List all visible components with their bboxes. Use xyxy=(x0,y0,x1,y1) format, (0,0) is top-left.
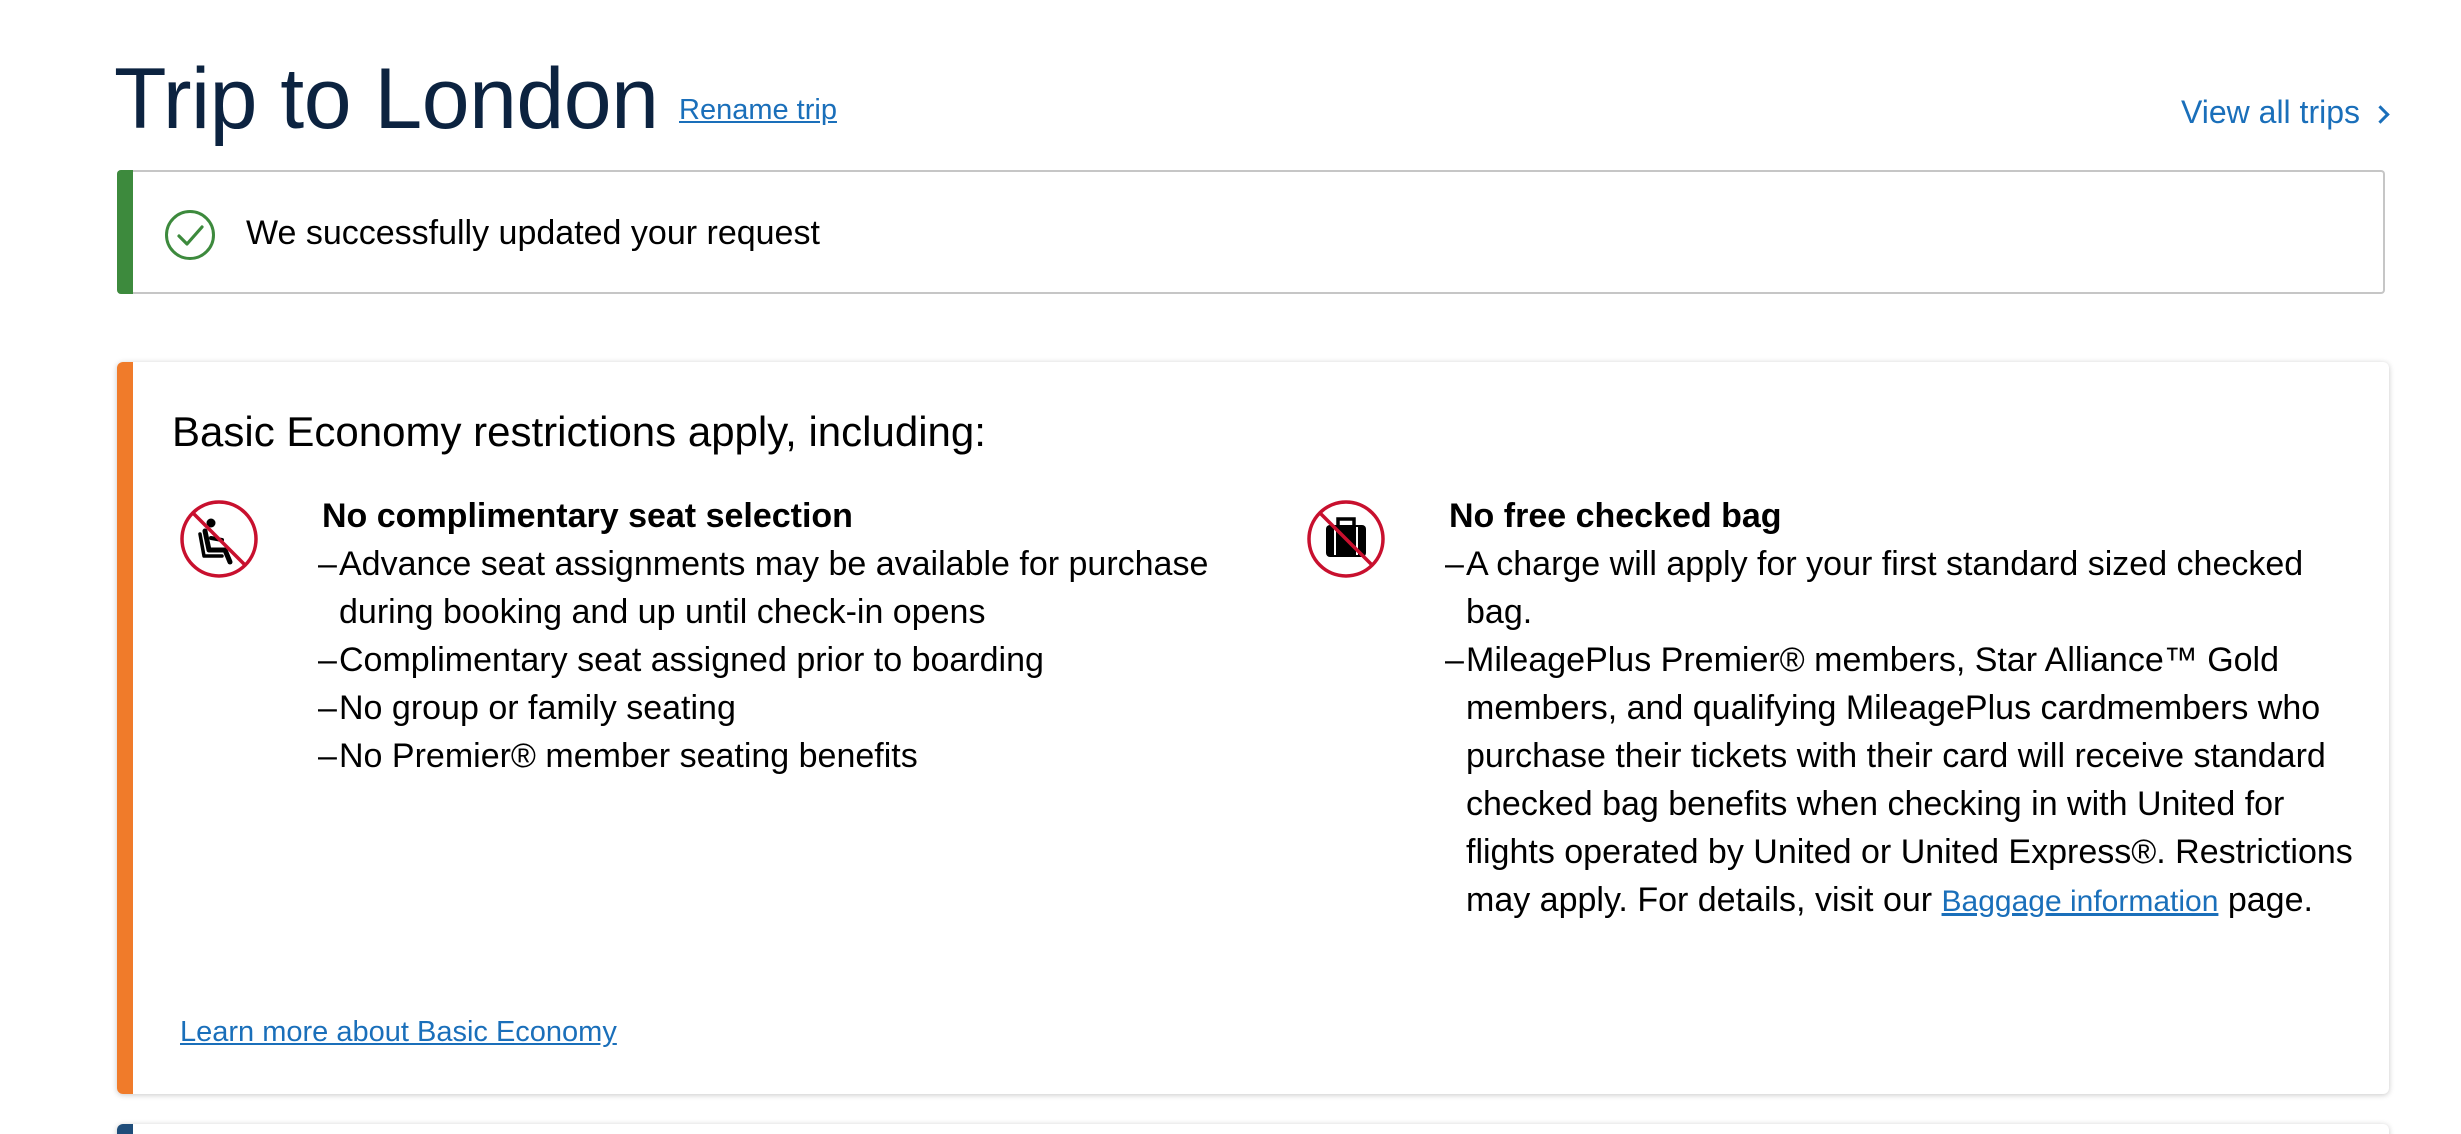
trip-page: Trip to London Rename trip View all trip… xyxy=(0,0,2461,1134)
bag-restriction-body: No free checked bag A charge will apply … xyxy=(1445,492,2365,926)
no-checked-bag-icon xyxy=(1307,500,1385,578)
rename-trip-link[interactable]: Rename trip xyxy=(679,94,837,127)
baggage-information-link[interactable]: Baggage information xyxy=(1942,885,2219,918)
list-item-premier: MileagePlus Premier® members, Star Allia… xyxy=(1445,636,2365,926)
premier-benefits-text: MileagePlus Premier® members, Star Allia… xyxy=(1466,641,2353,919)
basic-economy-accent-bar xyxy=(117,362,133,1094)
list-item: No group or family seating xyxy=(318,684,1298,732)
view-all-trips-link[interactable]: View all trips xyxy=(2180,94,2390,131)
seat-restriction-body: No complimentary seat selection Advance … xyxy=(318,492,1298,780)
no-seat-selection-icon xyxy=(180,500,258,578)
list-item: No Premier® member seating benefits xyxy=(318,732,1298,780)
learn-more-basic-economy-link[interactable]: Learn more about Basic Economy xyxy=(180,1016,617,1049)
list-item: Complimentary seat assigned prior to boa… xyxy=(318,636,1298,684)
next-card xyxy=(117,1124,2389,1134)
restrictions-heading: Basic Economy restrictions apply, includ… xyxy=(172,408,986,455)
check-circle-icon xyxy=(165,210,215,260)
view-all-trips-label: View all trips xyxy=(2180,94,2360,130)
success-accent-bar xyxy=(117,170,133,294)
bag-restriction-list: A charge will apply for your first stand… xyxy=(1445,540,2365,926)
bag-restriction-title: No free checked bag xyxy=(1449,497,1782,535)
list-item: Advance seat assignments may be availabl… xyxy=(318,540,1298,636)
chevron-right-icon xyxy=(2371,104,2390,124)
success-alert: We successfully updated your request xyxy=(117,170,2385,294)
premier-benefits-suffix: page. xyxy=(2227,881,2313,919)
seat-restriction-list: Advance seat assignments may be availabl… xyxy=(318,540,1298,780)
seat-restriction-title: No complimentary seat selection xyxy=(322,497,853,535)
basic-economy-card: Basic Economy restrictions apply, includ… xyxy=(117,362,2389,1094)
next-card-accent-bar xyxy=(117,1124,133,1134)
list-item: A charge will apply for your first stand… xyxy=(1445,540,2365,636)
page-title: Trip to London xyxy=(114,51,659,147)
success-message: We successfully updated your request xyxy=(246,214,820,252)
